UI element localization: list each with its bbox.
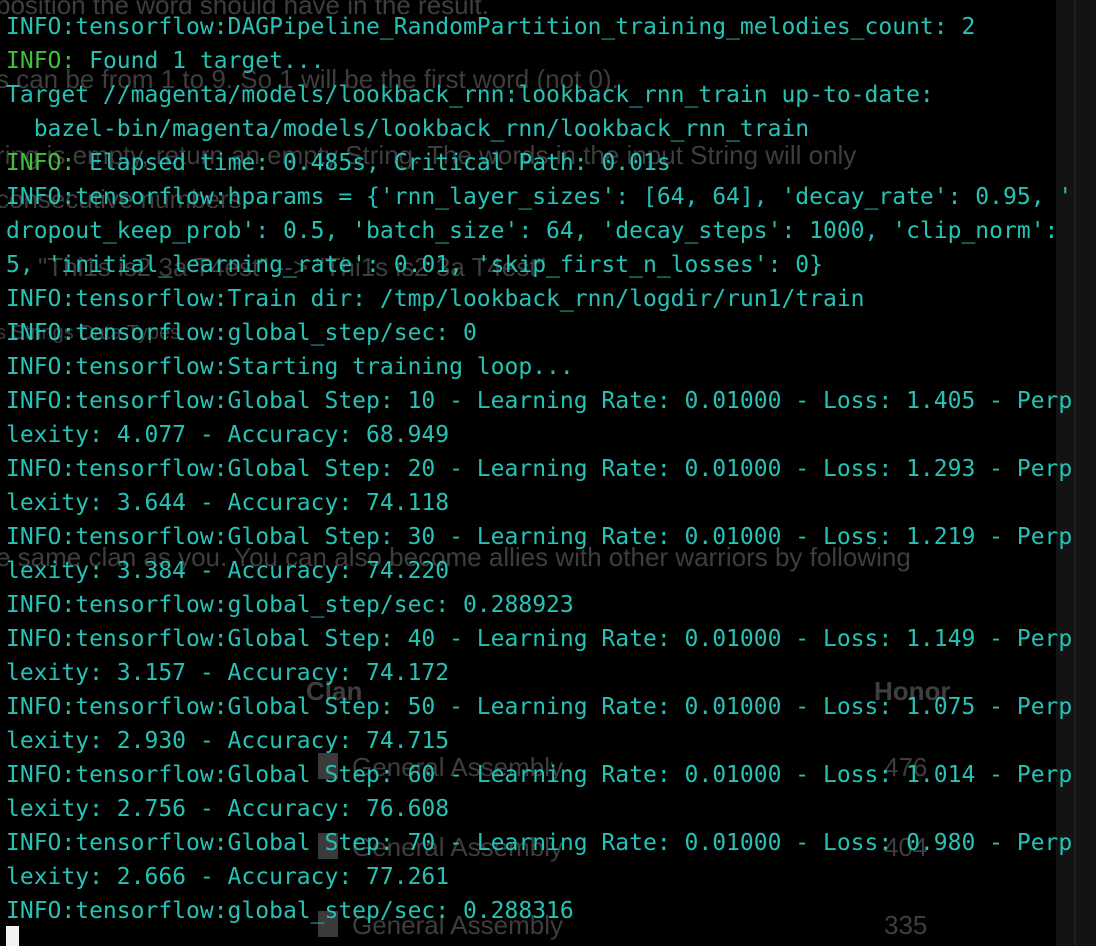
log-level-prefix: INFO: — [6, 150, 76, 176]
log-text: Target //magenta/models/lookback_rnn:loo… — [6, 82, 934, 108]
log-text: INFO:tensorflow:global_step/sec: 0 — [6, 320, 477, 346]
log-text: Found 1 target... — [75, 48, 325, 74]
log-text: INFO:tensorflow:Global Step: 50 - Learni… — [6, 694, 1073, 720]
log-text: INFO:tensorflow:global_step/sec: 0.28892… — [6, 592, 574, 618]
terminal-line: Target //magenta/models/lookback_rnn:loo… — [6, 78, 1096, 112]
terminal-line: bazel-bin/magenta/models/lookback_rnn/lo… — [6, 112, 1096, 146]
log-text: dropout_keep_prob': 0.5, 'batch_size': 6… — [6, 218, 1059, 244]
log-text: INFO:tensorflow:hparams = {'rnn_layer_si… — [6, 184, 1073, 210]
terminal-line: INFO:tensorflow:Train dir: /tmp/lookback… — [6, 282, 1096, 316]
log-text: bazel-bin/magenta/models/lookback_rnn/lo… — [6, 116, 810, 142]
terminal-line: INFO:tensorflow:global_step/sec: 0 — [6, 316, 1096, 350]
terminal-line: lexity: 3.384 - Accuracy: 74.220 — [6, 554, 1096, 588]
log-text: INFO:tensorflow:Global Step: 10 - Learni… — [6, 388, 1073, 414]
log-text: lexity: 3.157 - Accuracy: 74.172 — [6, 660, 450, 686]
terminal-line: lexity: 2.756 - Accuracy: 76.608 — [6, 792, 1096, 826]
terminal-line: lexity: 3.644 - Accuracy: 74.118 — [6, 486, 1096, 520]
log-level-prefix: INFO: — [6, 48, 76, 74]
log-text: lexity: 2.756 - Accuracy: 76.608 — [6, 796, 450, 822]
log-text: lexity: 4.077 - Accuracy: 68.949 — [6, 422, 450, 448]
terminal-line: INFO:tensorflow:Global Step: 60 - Learni… — [6, 758, 1096, 792]
terminal-line: INFO:tensorflow:Global Step: 40 - Learni… — [6, 622, 1096, 656]
terminal-line: lexity: 3.157 - Accuracy: 74.172 — [6, 656, 1096, 690]
terminal-line: INFO:tensorflow:global_step/sec: 0.28892… — [6, 588, 1096, 622]
log-text: lexity: 2.666 - Accuracy: 77.261 — [6, 864, 450, 890]
log-text: lexity: 2.930 - Accuracy: 74.715 — [6, 728, 450, 754]
log-text: INFO:tensorflow:Global Step: 20 - Learni… — [6, 456, 1073, 482]
terminal-line: INFO:tensorflow:Global Step: 50 - Learni… — [6, 690, 1096, 724]
terminal-line: dropout_keep_prob': 0.5, 'batch_size': 6… — [6, 214, 1096, 248]
log-text: INFO:tensorflow:Starting training loop..… — [6, 354, 574, 380]
terminal-output[interactable]: INFO:tensorflow:DAGPipeline_RandomPartit… — [0, 0, 1096, 946]
log-text: INFO:tensorflow:DAGPipeline_RandomPartit… — [6, 14, 976, 40]
terminal-line: INFO:tensorflow:Global Step: 70 - Learni… — [6, 826, 1096, 860]
terminal-line: 5, 'initial_learning_rate': 0.01, 'skip_… — [6, 248, 1096, 282]
log-text: INFO:tensorflow:Global Step: 70 - Learni… — [6, 830, 1073, 856]
terminal-line: INFO:tensorflow:DAGPipeline_RandomPartit… — [6, 10, 1096, 44]
terminal-line: INFO: Found 1 target... — [6, 44, 1096, 78]
log-text: INFO:tensorflow:Global Step: 30 - Learni… — [6, 524, 1073, 550]
log-text: lexity: 3.644 - Accuracy: 74.118 — [6, 490, 450, 516]
log-text: INFO:tensorflow:global_step/sec: 0.28831… — [6, 898, 574, 924]
log-text: lexity: 3.384 - Accuracy: 74.220 — [6, 558, 450, 584]
terminal-line: INFO:tensorflow:Global Step: 20 - Learni… — [6, 452, 1096, 486]
terminal-line: INFO:tensorflow:hparams = {'rnn_layer_si… — [6, 180, 1096, 214]
terminal-line: INFO:tensorflow:Starting training loop..… — [6, 350, 1096, 384]
terminal-line: INFO: Elapsed time: 0.485s, Critical Pat… — [6, 146, 1096, 180]
log-text: 5, 'initial_learning_rate': 0.01, 'skip_… — [6, 252, 823, 278]
terminal-line: INFO:tensorflow:Global Step: 30 - Learni… — [6, 520, 1096, 554]
log-text: Elapsed time: 0.485s, Critical Path: 0.0… — [75, 150, 671, 176]
log-text: INFO:tensorflow:Global Step: 40 - Learni… — [6, 626, 1073, 652]
log-text: INFO:tensorflow:Global Step: 60 - Learni… — [6, 762, 1073, 788]
terminal-line: INFO:tensorflow:Global Step: 10 - Learni… — [6, 384, 1096, 418]
terminal-line: lexity: 2.930 - Accuracy: 74.715 — [6, 724, 1096, 758]
terminal-line: INFO:tensorflow:global_step/sec: 0.28831… — [6, 894, 1096, 928]
terminal-cursor — [6, 926, 19, 946]
terminal-line: lexity: 2.666 - Accuracy: 77.261 — [6, 860, 1096, 894]
log-text: INFO:tensorflow:Train dir: /tmp/lookback… — [6, 286, 865, 312]
terminal-line: lexity: 4.077 - Accuracy: 68.949 — [6, 418, 1096, 452]
